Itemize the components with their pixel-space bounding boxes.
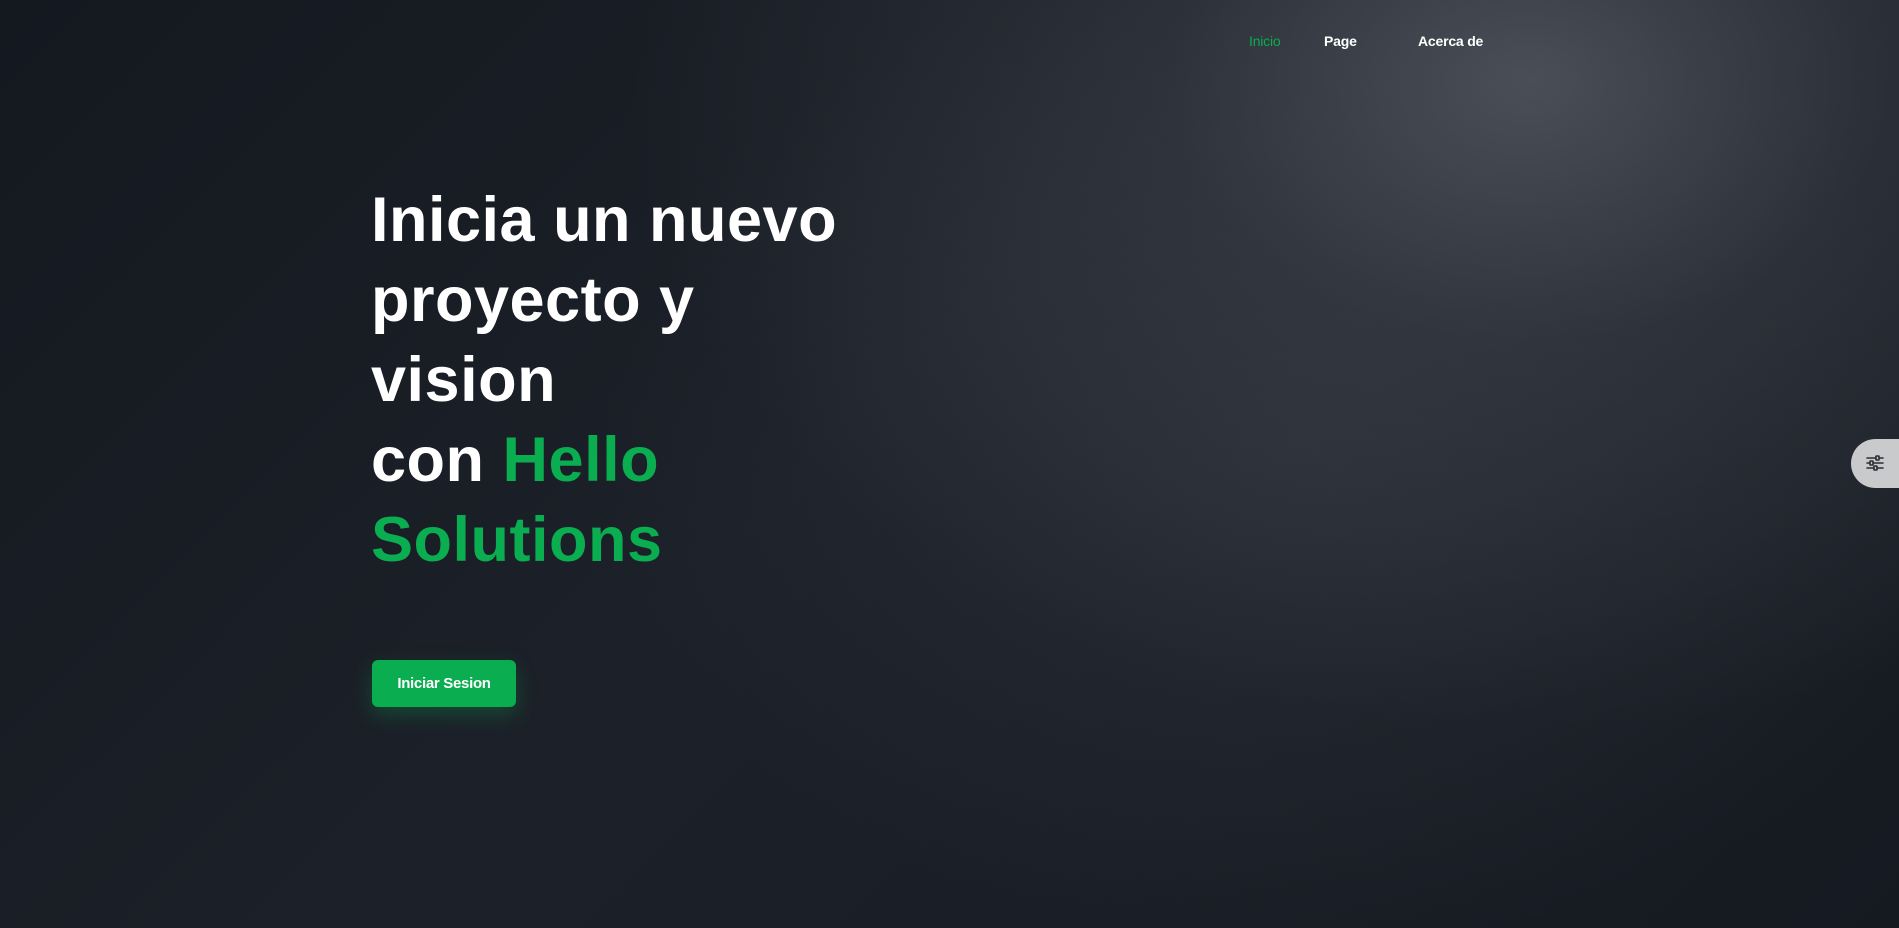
- hero-title-line-3: vision: [371, 345, 557, 415]
- nav-link-page[interactable]: Page: [1324, 33, 1357, 49]
- hero-brand-hello: Hello: [502, 425, 660, 495]
- nav-link-inicio[interactable]: Inicio: [1249, 33, 1281, 49]
- hero-title-line-4-prefix: con: [371, 425, 485, 495]
- hero-section: Inicia un nuevo proyecto y vision con He…: [371, 180, 931, 580]
- top-navigation: Inicio Page Acerca de: [0, 33, 1899, 53]
- login-button[interactable]: Iniciar Sesion: [372, 660, 516, 707]
- page-background: [0, 0, 1899, 928]
- hero-title: Inicia un nuevo proyecto y vision con He…: [371, 180, 931, 580]
- hero-title-line-1: Inicia un nuevo: [371, 185, 838, 255]
- hero-brand-solutions: Solutions: [371, 505, 663, 575]
- settings-side-tab[interactable]: [1851, 439, 1899, 488]
- hero-title-line-2: proyecto y: [371, 265, 695, 335]
- sliders-icon: [1866, 455, 1884, 471]
- nav-link-acerca-de[interactable]: Acerca de: [1418, 33, 1483, 49]
